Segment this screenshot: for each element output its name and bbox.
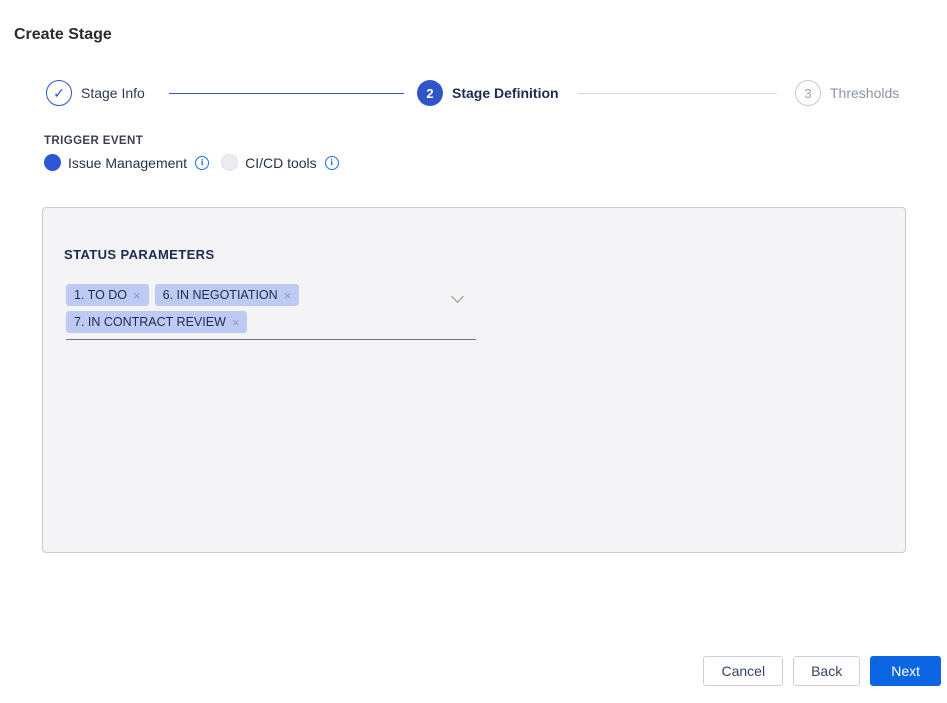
- cancel-button[interactable]: Cancel: [703, 656, 783, 686]
- step-number-badge: 3: [795, 80, 821, 106]
- radio-selected-icon[interactable]: [44, 154, 61, 171]
- status-multiselect-field[interactable]: 1. TO DO × 6. IN NEGOTIATION × 7. IN CON…: [66, 284, 476, 340]
- trigger-event-label: TRIGGER EVENT: [44, 135, 143, 147]
- stepper-connector-done: [169, 93, 404, 94]
- create-stage-dialog: Create Stage ✓ Stage Info 2 Stage Defini…: [0, 0, 947, 703]
- status-tag[interactable]: 6. IN NEGOTIATION ×: [155, 284, 300, 306]
- tag-label: 6. IN NEGOTIATION: [163, 288, 278, 302]
- tag-label: 7. IN CONTRACT REVIEW: [74, 315, 226, 329]
- radio-option-issue-management[interactable]: Issue Management i: [44, 154, 209, 171]
- wizard-stepper: ✓ Stage Info 2 Stage Definition 3 Thresh…: [0, 80, 947, 107]
- status-tag[interactable]: 1. TO DO ×: [66, 284, 149, 306]
- status-tag[interactable]: 7. IN CONTRACT REVIEW ×: [66, 311, 247, 333]
- step-thresholds[interactable]: 3 Thresholds: [795, 80, 899, 106]
- remove-tag-icon[interactable]: ×: [232, 316, 240, 329]
- status-parameters-panel: STATUS PARAMETERS 1. TO DO × 6. IN NEGOT…: [42, 207, 906, 553]
- step-stage-definition[interactable]: 2 Stage Definition: [417, 80, 559, 106]
- page-title: Create Stage: [14, 26, 112, 44]
- step-label: Stage Definition: [452, 85, 559, 101]
- step-label: Stage Info: [81, 85, 145, 101]
- radio-label: Issue Management: [68, 155, 187, 171]
- radio-label: CI/CD tools: [245, 155, 317, 171]
- radio-unselected-icon[interactable]: [221, 154, 238, 171]
- next-button[interactable]: Next: [870, 656, 941, 686]
- tag-label: 1. TO DO: [74, 288, 127, 302]
- check-icon: ✓: [46, 80, 72, 106]
- radio-option-cicd-tools[interactable]: CI/CD tools i: [221, 154, 339, 171]
- step-number-badge: 2: [417, 80, 443, 106]
- step-label: Thresholds: [830, 85, 899, 101]
- status-parameters-label: STATUS PARAMETERS: [64, 247, 215, 262]
- remove-tag-icon[interactable]: ×: [133, 289, 141, 302]
- back-button[interactable]: Back: [793, 656, 860, 686]
- info-icon[interactable]: i: [195, 156, 209, 170]
- selected-tags: 1. TO DO × 6. IN NEGOTIATION × 7. IN CON…: [66, 284, 476, 333]
- footer-actions: Cancel Back Next: [703, 656, 941, 686]
- remove-tag-icon[interactable]: ×: [284, 289, 292, 302]
- trigger-event-options: Issue Management i CI/CD tools i: [44, 154, 339, 171]
- info-icon[interactable]: i: [325, 156, 339, 170]
- stepper-connector-todo: [578, 93, 777, 94]
- step-stage-info[interactable]: ✓ Stage Info: [46, 80, 145, 106]
